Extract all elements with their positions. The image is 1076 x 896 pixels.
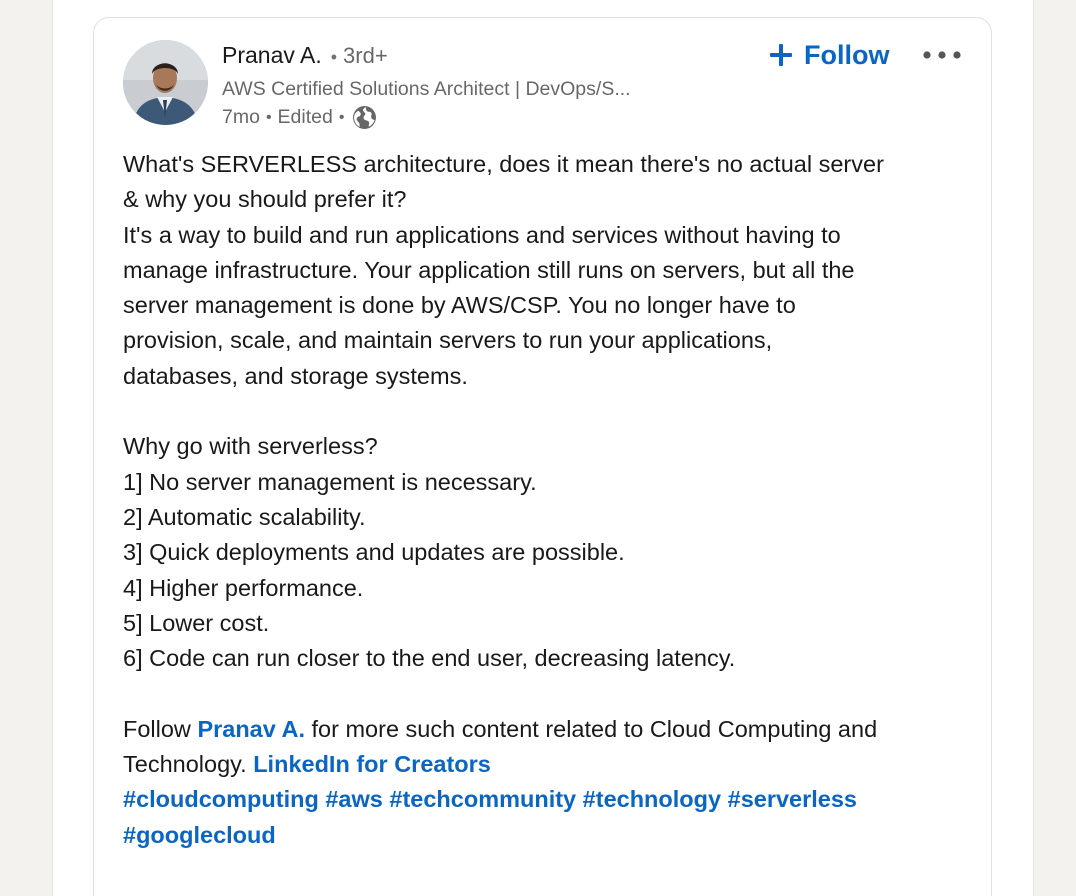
cta-line2-prefix: Technology. [123, 751, 254, 778]
reason-item: 1] No server management is necessary. [123, 468, 537, 495]
hashtags-line: #googlecloud [123, 818, 973, 853]
separator-dot: • [265, 108, 272, 126]
globe-icon [352, 105, 377, 130]
more-options-button[interactable] [918, 42, 966, 68]
hashtag-link[interactable]: #aws [325, 786, 383, 812]
separator-dot: • [330, 47, 338, 67]
reason-item: 4] Higher performance. [123, 574, 364, 601]
cta-suffix: for more such content related to Cloud C… [304, 715, 878, 742]
hashtag-link[interactable]: #technology [583, 786, 721, 812]
reason-item: 6] Code can run closer to the end user, … [123, 645, 736, 672]
cta-line-2: Technology. LinkedIn for Creators [123, 747, 973, 782]
post-text-line: provision, scale, and maintain servers t… [123, 327, 773, 354]
cta-prefix: Follow [123, 715, 198, 742]
author-avatar[interactable] [123, 40, 208, 125]
linkedin-for-creators-link[interactable]: LinkedIn for Creators [253, 751, 491, 777]
author-line: Pranav A. • 3rd+ [222, 42, 388, 69]
post-text-line: What's SERVERLESS architecture, does it … [123, 151, 884, 177]
post-text-line: manage infrastructure. Your application … [123, 256, 855, 283]
post-text-line: & why you should prefer it? [123, 186, 407, 213]
post-meta: 7mo • Edited • [222, 105, 377, 130]
why-heading: Why go with serverless? [123, 433, 378, 460]
author-name[interactable]: Pranav A. [222, 42, 322, 69]
hashtag-link[interactable]: #serverless [728, 786, 857, 812]
cta-line: Follow Pranav A. for more such content r… [123, 712, 973, 747]
follow-label: Follow [804, 39, 890, 70]
plus-icon [770, 44, 792, 66]
connection-degree: 3rd+ [343, 43, 388, 68]
hashtag-link[interactable]: #cloudcomputing [123, 786, 319, 812]
hashtags-line: #cloudcomputing #aws #techcommunity #tec… [123, 782, 973, 817]
post-body: What's SERVERLESS architecture, does it … [123, 147, 973, 853]
ellipsis-icon [923, 51, 961, 59]
author-mention-link[interactable]: Pranav A. [197, 716, 305, 742]
post-time: 7mo [222, 106, 260, 128]
avatar-photo [123, 40, 208, 125]
author-headline: AWS Certified Solutions Architect | DevO… [222, 78, 631, 100]
hashtag-link[interactable]: #googlecloud [123, 822, 276, 848]
reason-item: 5] Lower cost. [123, 609, 270, 636]
post-text-line: server management is done by AWS/CSP. Yo… [123, 292, 796, 319]
follow-button[interactable]: Follow [770, 36, 889, 74]
post-text-line: It's a way to build and run applications… [123, 221, 841, 248]
post-text-line: databases, and storage systems. [123, 362, 468, 389]
edited-label: Edited [277, 106, 333, 128]
separator-dot: • [338, 108, 345, 126]
reason-item: 2] Automatic scalability. [123, 503, 366, 530]
hashtag-link[interactable]: #techcommunity [389, 786, 576, 812]
reason-item: 3] Quick deployments and updates are pos… [123, 539, 625, 566]
